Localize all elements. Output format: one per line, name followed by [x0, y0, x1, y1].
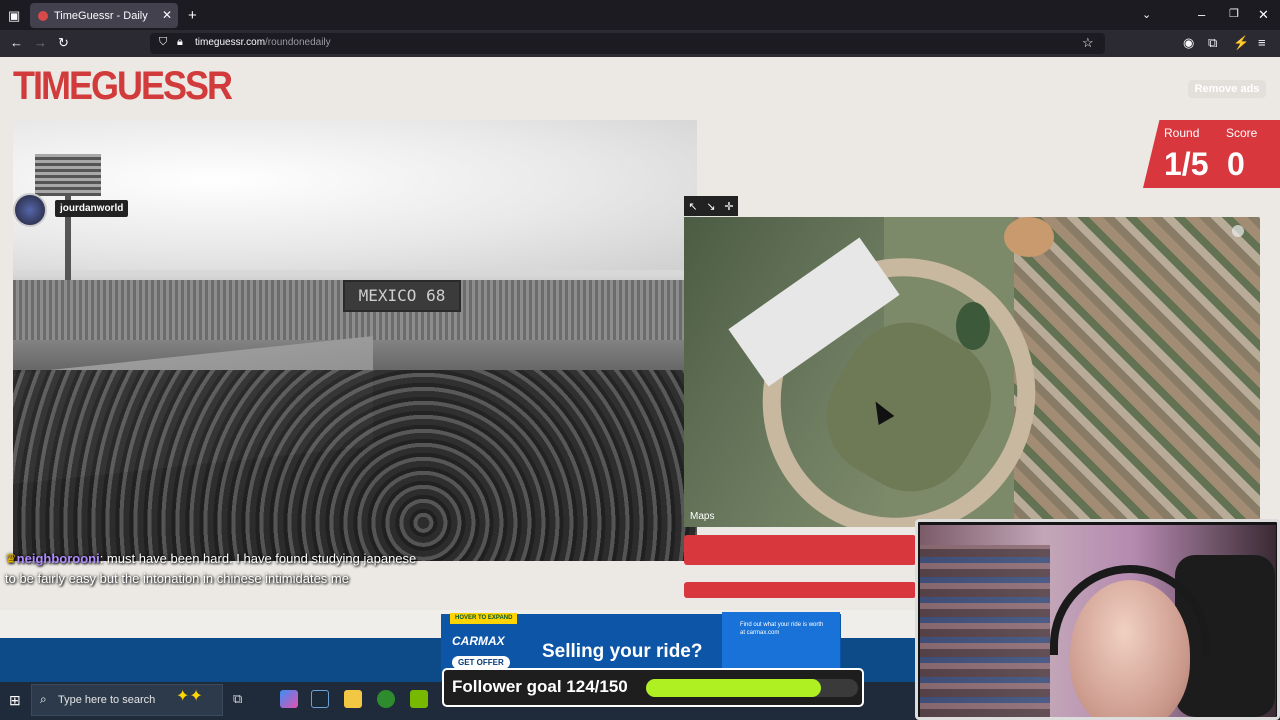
steam-icon[interactable] — [311, 690, 329, 708]
round-label: Round — [1164, 126, 1200, 140]
menu-icon[interactable]: ≡ — [1258, 35, 1266, 50]
ad-headline: Selling your ride? — [542, 641, 703, 662]
ad-brand: CARMAX — [452, 634, 505, 648]
follower-goal-text: Follower goal 124/150 — [452, 677, 628, 696]
secondary-bar[interactable] — [684, 582, 916, 598]
bookmark-star-icon[interactable]: ☆ — [1082, 35, 1094, 51]
streamer-name-tag: jourdanworld — [55, 200, 129, 217]
minimize-icon[interactable]: – — [1198, 7, 1205, 22]
site-logo[interactable]: TIMEGUESSR — [13, 63, 233, 108]
map-attribution: Maps — [690, 511, 715, 522]
score-label: Score — [1226, 126, 1258, 140]
map-sports-field — [1004, 217, 1054, 257]
chevron-down-icon[interactable]: ⌄ — [1142, 8, 1151, 21]
map-expand-icon[interactable]: ↖ — [688, 200, 697, 213]
map-pond — [956, 302, 990, 350]
account-icon[interactable]: ◉ — [1183, 35, 1194, 51]
extensions-icon[interactable]: ⧉ — [1208, 35, 1217, 51]
follower-goal-fill — [646, 679, 822, 697]
chat-username: neighborooni — [16, 551, 100, 566]
webcam-shelf — [920, 545, 1050, 717]
url-text: timeguessr.com/roundonedaily — [195, 37, 331, 48]
shield-icon[interactable]: ⛉ — [159, 36, 167, 49]
photo-scoreboard: MEXICO 68 — [343, 280, 461, 312]
back-icon[interactable]: ← — [10, 35, 23, 50]
map-shrink-icon[interactable]: ↘ — [706, 200, 715, 213]
webcam-feed — [920, 525, 1276, 717]
map-toolbar: ↖ ↘ ✛ — [684, 196, 738, 216]
extension-icon[interactable]: ⚡ — [1233, 35, 1249, 51]
photo-crowd — [13, 370, 697, 561]
sparkle-icon[interactable]: ✦✦ — [176, 686, 203, 706]
ad-side-text: Find out what your ride is worth at carm… — [740, 622, 824, 636]
ad-hover-label: HOVER TO EXPAND — [450, 613, 518, 624]
chat-message: ♛neighborooni: must have been hard. I ha… — [5, 549, 425, 589]
guess-button[interactable] — [684, 535, 916, 565]
task-view-icon[interactable]: ⧉ — [233, 691, 242, 707]
historical-photo[interactable]: MEXICO 68 — [13, 120, 697, 561]
crown-icon: ♛ — [5, 551, 17, 566]
browser-tab[interactable]: TimeGuessr - Daily ✕ — [30, 3, 178, 28]
score-value: 0 — [1227, 146, 1245, 182]
map-compass-icon[interactable] — [1232, 225, 1244, 237]
copilot-icon[interactable] — [280, 690, 298, 708]
photo-sky — [13, 120, 697, 270]
map-move-icon[interactable]: ✛ — [724, 200, 733, 213]
guess-map[interactable] — [684, 217, 1260, 527]
favicon-icon — [38, 10, 48, 21]
tab-list-icon[interactable]: ▣ — [8, 8, 20, 24]
tab-title: TimeGuessr - Daily — [54, 9, 148, 22]
windows-start-icon[interactable]: ⊞ — [9, 692, 21, 709]
restore-icon[interactable]: ❐ — [1229, 7, 1239, 20]
forward-icon[interactable]: → — [34, 35, 47, 50]
remove-ads-button[interactable]: Remove ads — [1188, 80, 1266, 98]
close-tab-icon[interactable]: ✕ — [162, 8, 172, 22]
taskbar-search-placeholder: Type here to search — [58, 694, 156, 706]
file-explorer-icon[interactable] — [344, 690, 362, 708]
search-icon: ⌕ — [40, 692, 47, 706]
nvidia-icon[interactable] — [410, 690, 428, 708]
lock-icon: 🔒︎ — [177, 36, 183, 48]
round-value: 1/5 — [1164, 146, 1209, 182]
new-tab-button[interactable]: + — [188, 7, 197, 24]
xbox-icon[interactable] — [377, 690, 395, 708]
photo-light-tower — [35, 154, 101, 196]
map-city-blocks — [1014, 217, 1260, 527]
reload-icon[interactable]: ↻ — [58, 35, 69, 51]
close-window-icon[interactable]: ✕ — [1258, 7, 1269, 23]
avatar — [13, 193, 47, 227]
